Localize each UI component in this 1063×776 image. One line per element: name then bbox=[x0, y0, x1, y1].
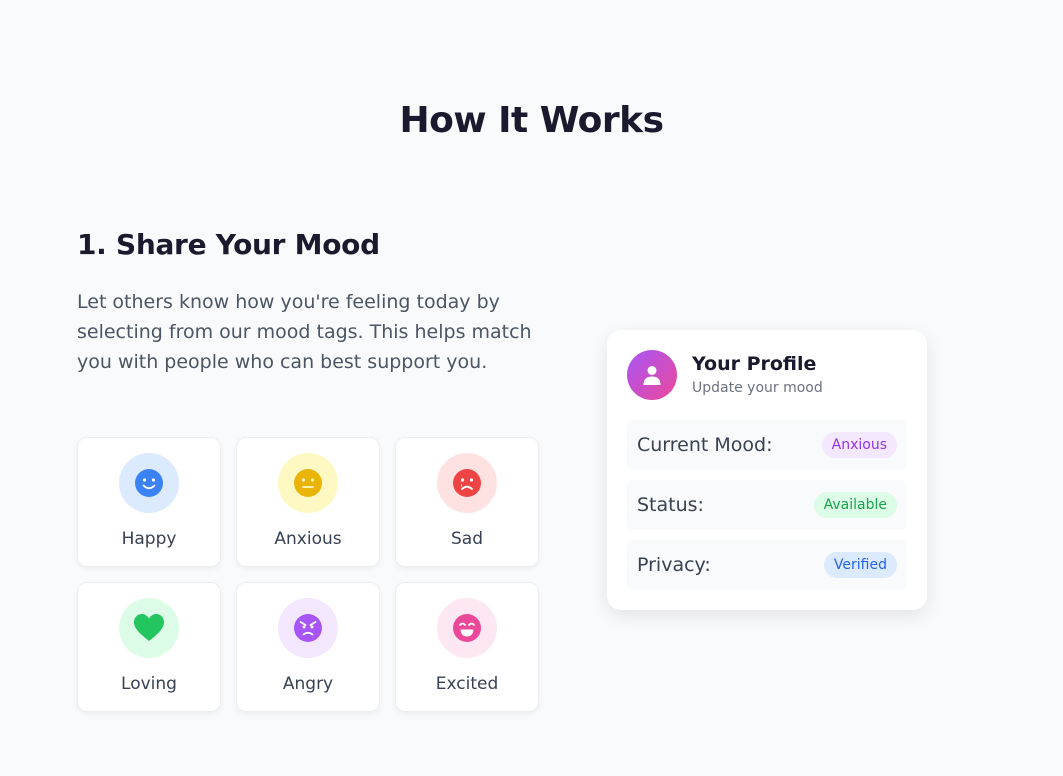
mood-card-happy[interactable]: Happy bbox=[77, 437, 221, 567]
neutral-face-icon bbox=[294, 469, 322, 497]
mood-label: Loving bbox=[121, 674, 177, 694]
grin-face-icon bbox=[453, 614, 481, 642]
happy-face-icon bbox=[135, 469, 163, 497]
heart-icon bbox=[134, 614, 164, 641]
status-row: Status: Available bbox=[627, 480, 907, 530]
mood-badge[interactable]: Anxious bbox=[821, 432, 897, 458]
mood-icon-circle bbox=[437, 453, 497, 513]
mood-icon-circle bbox=[437, 598, 497, 658]
sad-face-icon bbox=[453, 469, 481, 497]
profile-card: Your Profile Update your mood Current Mo… bbox=[607, 330, 927, 610]
status-badge[interactable]: Available bbox=[813, 492, 897, 518]
mood-label: Anxious bbox=[274, 529, 342, 549]
mood-label: Happy bbox=[121, 529, 177, 549]
privacy-label: Privacy: bbox=[637, 554, 711, 576]
mood-card-excited[interactable]: Excited bbox=[395, 582, 539, 712]
current-mood-row: Current Mood: Anxious bbox=[627, 420, 907, 470]
current-mood-label: Current Mood: bbox=[637, 434, 773, 456]
privacy-row: Privacy: Verified bbox=[627, 540, 907, 590]
step-description: Let others know how you're feeling today… bbox=[77, 291, 532, 373]
mood-label: Excited bbox=[435, 674, 499, 694]
privacy-badge[interactable]: Verified bbox=[823, 552, 897, 578]
section-title: How It Works bbox=[399, 100, 664, 141]
angry-face-icon bbox=[294, 614, 322, 642]
mood-label: Angry bbox=[282, 674, 334, 694]
mood-card-loving[interactable]: Loving bbox=[77, 582, 221, 712]
profile-name: Your Profile bbox=[692, 353, 817, 375]
mood-card-anxious[interactable]: Anxious bbox=[236, 437, 380, 567]
mood-icon-circle bbox=[278, 598, 338, 658]
mood-icon-circle bbox=[278, 453, 338, 513]
mood-icon-circle bbox=[119, 453, 179, 513]
mood-card-sad[interactable]: Sad bbox=[395, 437, 539, 567]
user-icon bbox=[643, 366, 661, 385]
status-label: Status: bbox=[637, 494, 704, 516]
profile-subtitle: Update your mood bbox=[692, 380, 823, 396]
mood-grid: Happy Anxious Sad Loving Angry Excited bbox=[77, 437, 539, 712]
step-title: 1. Share Your Mood bbox=[77, 228, 380, 261]
how-it-works-section: How It Works 1. Share Your Mood Let othe… bbox=[0, 0, 1063, 776]
avatar bbox=[627, 350, 677, 400]
mood-card-angry[interactable]: Angry bbox=[236, 582, 380, 712]
mood-label: Sad bbox=[451, 529, 483, 549]
mood-icon-circle bbox=[119, 598, 179, 658]
